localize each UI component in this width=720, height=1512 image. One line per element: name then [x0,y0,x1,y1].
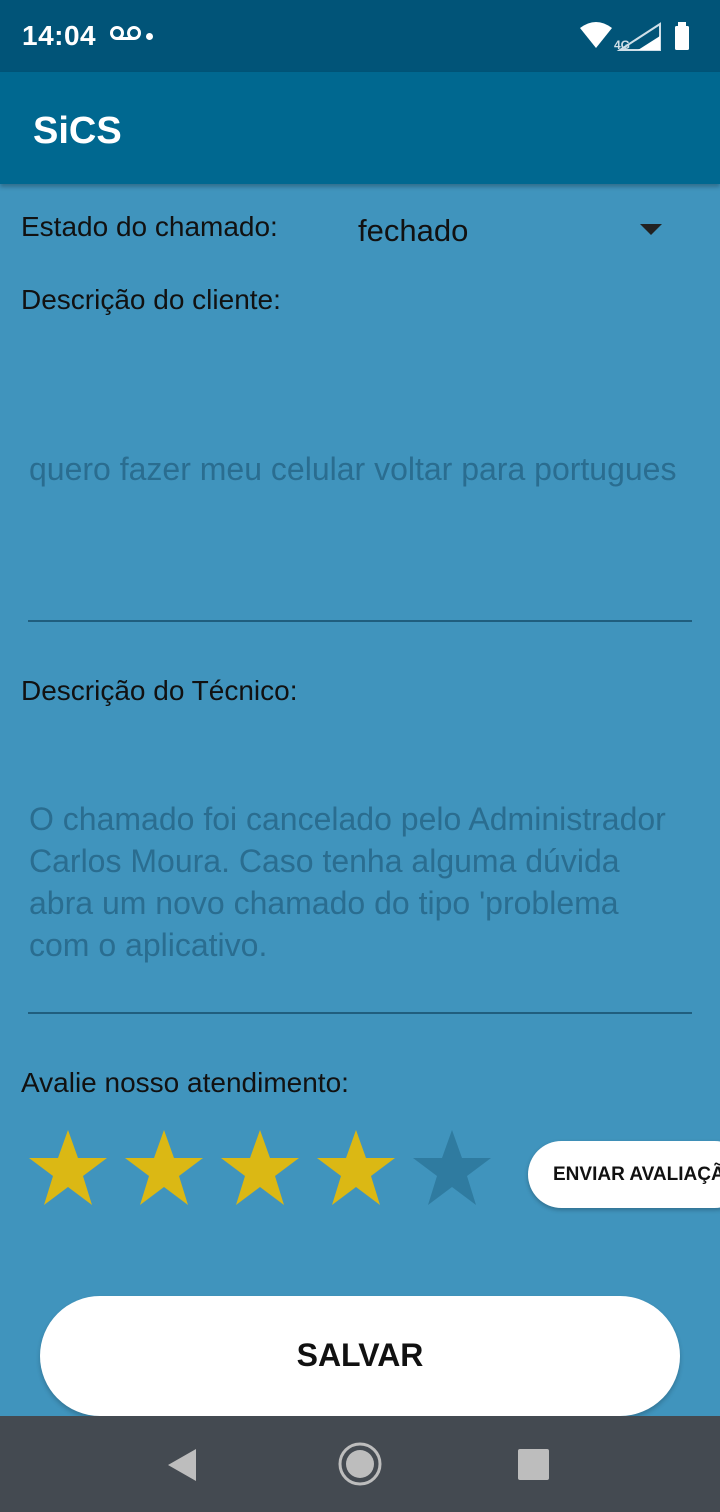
app-title: SiCS [33,110,122,152]
dropdown-arrow-icon[interactable] [640,224,662,235]
back-icon[interactable] [166,1447,198,1483]
star-filled-icon[interactable] [27,1128,109,1210]
status-bar: 14:04 4G [0,0,720,72]
home-icon[interactable] [336,1440,384,1488]
voicemail-icon [110,26,141,40]
technician-description-underline [28,1012,692,1014]
technician-description-label: Descrição do Técnico: [21,675,298,706]
app-bar: SiCS [0,72,720,184]
client-description-field[interactable]: quero fazer meu celular voltar para port… [29,448,679,490]
send-rating-label: ENVIAR AVALIAÇÃO [553,1164,720,1185]
wifi-icon [580,22,612,48]
save-button-label: SALVAR [296,1337,424,1373]
client-description-label: Descrição do cliente: [21,284,281,315]
save-button[interactable]: SALVAR [40,1296,680,1416]
battery-icon [675,22,689,50]
star-filled-icon[interactable] [315,1128,397,1210]
network-type: 4G [614,38,631,52]
status-time: 14:04 [22,20,97,51]
recent-apps-icon[interactable] [518,1449,549,1480]
state-label: Estado do chamado: [21,211,278,242]
client-description-underline [28,620,692,622]
rating-label: Avalie nosso atendimento: [21,1067,349,1098]
star-filled-icon[interactable] [219,1128,301,1210]
send-rating-button[interactable]: ENVIAR AVALIAÇÃO [528,1141,720,1208]
notification-dot-icon [146,33,153,40]
star-empty-icon[interactable] [411,1128,493,1210]
state-spinner-value[interactable]: fechado [358,213,468,249]
star-filled-icon[interactable] [123,1128,205,1210]
technician-description-field[interactable]: O chamado foi cancelado pelo Administrad… [29,798,679,966]
